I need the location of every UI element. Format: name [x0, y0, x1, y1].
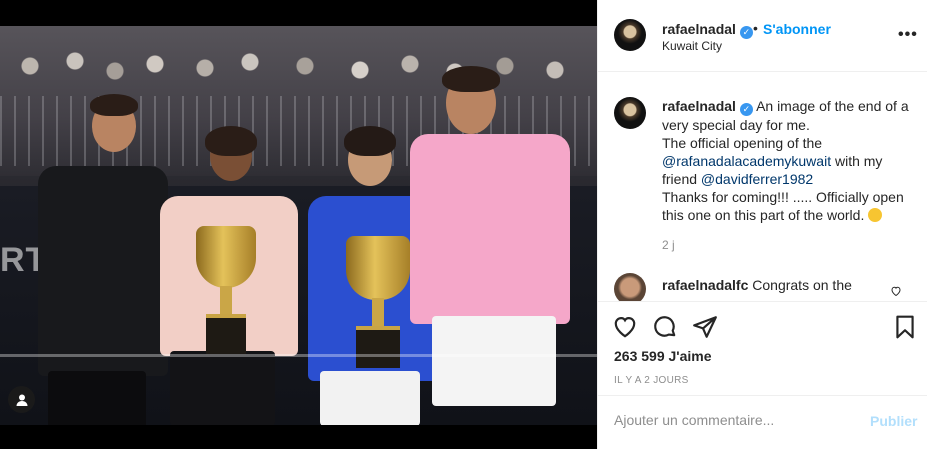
mention-ferrer[interactable]: @davidferrer1982	[701, 171, 813, 187]
post-photo[interactable]: RT	[0, 26, 597, 425]
more-options-icon[interactable]: •••	[898, 26, 918, 44]
post-media[interactable]: RT	[0, 0, 597, 449]
tagged-users-button[interactable]	[8, 386, 35, 413]
commenter-username[interactable]: rafaelnadalfc	[662, 277, 748, 293]
share-paper-plane-icon[interactable]	[692, 314, 718, 340]
post-timestamp[interactable]: IL Y A 2 JOURS	[614, 375, 689, 386]
author-username[interactable]: rafaelnadal	[662, 21, 736, 37]
likes-count[interactable]: 263 599 J'aime	[614, 348, 712, 364]
comment-input[interactable]	[614, 410, 854, 430]
caption-line4: Thanks for coming!!! ..... Officially op…	[662, 189, 904, 223]
caption-line2: The official opening of the	[662, 135, 823, 151]
post-header: rafaelnadal ✓ • S'abonner Kuwait City •••	[598, 0, 927, 72]
save-bookmark-icon[interactable]	[892, 314, 918, 340]
publish-button[interactable]: Publier	[870, 413, 917, 429]
post-location[interactable]: Kuwait City	[662, 39, 722, 53]
photo-wall-text: RT	[0, 241, 48, 279]
comment-bubble-icon[interactable]	[652, 314, 678, 340]
court-line	[0, 354, 597, 357]
verified-badge-icon: ✓	[739, 26, 753, 39]
post-caption: rafaelnadal ✓ An image of the end of a ve…	[662, 97, 912, 224]
like-heart-icon[interactable]	[612, 314, 638, 340]
add-comment-bar: Publier	[598, 395, 927, 449]
mention-academy[interactable]: @rafanadalacademykuwait	[662, 153, 831, 169]
comment-text: Congrats on the	[752, 277, 852, 293]
caption-verified-badge-icon: ✓	[739, 103, 753, 116]
caption-age: 2 j	[662, 238, 675, 252]
follow-button[interactable]: S'abonner	[763, 21, 831, 37]
comment-item: rafaelnadalfc Congrats on the	[662, 276, 882, 294]
caption-avatar[interactable]	[614, 97, 646, 129]
post-side-panel: rafaelnadal ✓ • S'abonner Kuwait City •••…	[597, 0, 927, 449]
header-separator: •	[753, 20, 758, 36]
comment-like-icon[interactable]	[890, 285, 902, 297]
commenter-avatar[interactable]	[614, 273, 646, 301]
smile-emoji-icon	[868, 208, 883, 222]
author-avatar[interactable]	[614, 19, 646, 51]
post-actions: 263 599 J'aime IL Y A 2 JOURS Publier	[598, 301, 927, 449]
comments-area: rafaelnadal ✓ An image of the end of a ve…	[598, 73, 927, 301]
caption-username[interactable]: rafaelnadal	[662, 98, 736, 114]
user-icon	[16, 394, 27, 406]
